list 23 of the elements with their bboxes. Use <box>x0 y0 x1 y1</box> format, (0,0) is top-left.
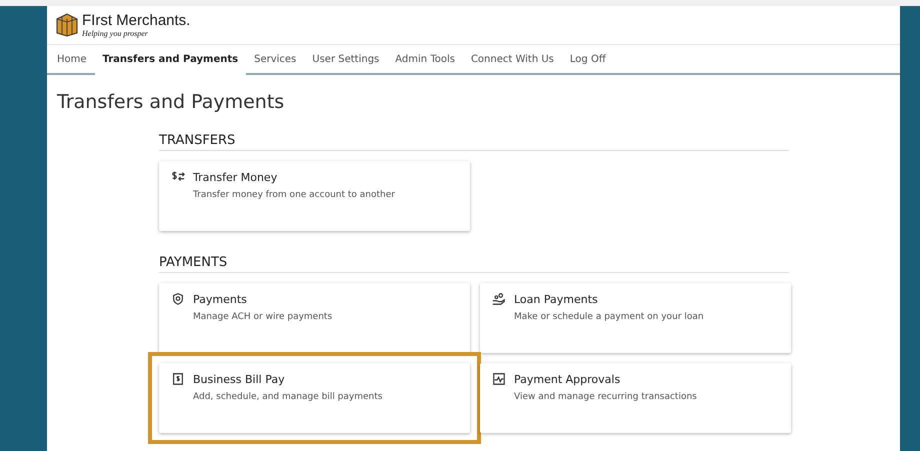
receipt-dollar-icon <box>171 372 185 386</box>
section-heading: TRANSFERS <box>159 133 789 151</box>
nav-tab[interactable]: User Settings <box>304 45 388 73</box>
nav-tab[interactable]: Transfers and Payments <box>94 45 246 75</box>
dollar-arrows-icon <box>171 170 185 184</box>
page-title: Transfers and Payments <box>57 91 286 113</box>
menu-card[interactable]: Transfer Money Transfer money from one account to another <box>159 161 470 231</box>
brand-name: FIrst Merchants. <box>82 12 190 28</box>
menu-card[interactable]: Loan Payments Make or schedule a payment on your loan <box>480 283 791 353</box>
nav-tab[interactable]: Log Off <box>562 45 614 73</box>
nav-tab[interactable]: Connect With Us <box>462 45 562 73</box>
section-heading: PAYMENTS <box>159 255 789 273</box>
menu-card[interactable]: Payments Manage ACH or wire payments <box>159 283 470 353</box>
hand-coins-icon <box>492 292 506 306</box>
nav-tab[interactable]: Admin Tools <box>387 45 463 73</box>
menu-card[interactable]: Business Bill Pay Add, schedule, and manage bill payments <box>159 363 470 433</box>
nav-tab[interactable]: Home <box>49 45 95 73</box>
menu-card[interactable]: Payment Approvals View and manage recurring transactions <box>480 363 791 433</box>
logo-box-icon <box>56 13 78 37</box>
shield-coin-icon <box>171 292 185 306</box>
chart-pulse-icon <box>492 372 506 386</box>
brand-tagline: Helping you prosper <box>82 28 149 38</box>
nav-tab[interactable]: Services <box>246 45 304 73</box>
